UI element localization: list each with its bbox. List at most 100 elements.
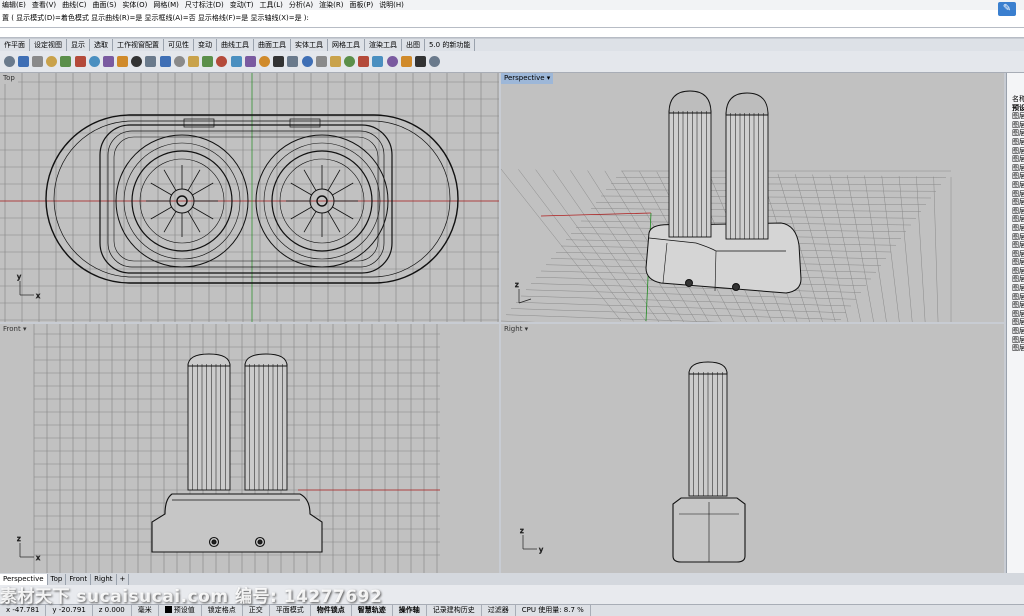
zoom-extents-icon[interactable] [173,56,185,67]
pan-icon[interactable] [117,56,129,67]
layer-row[interactable]: 图层 [1007,207,1024,216]
viewport-label-perspective[interactable]: Perspective ▾ [501,73,554,84]
layer-row[interactable]: 图层 [1007,275,1024,284]
toolbar-tab[interactable]: 网格工具 [328,39,365,51]
status-toggle[interactable]: 记录建构历史 [427,605,482,616]
lamp-icon[interactable] [301,56,313,67]
layer-row[interactable]: 图层 [1007,129,1024,138]
layer-row[interactable]: 图层 [1007,241,1024,250]
import-icon[interactable] [46,56,58,67]
status-toggle[interactable]: 操作轴 [393,605,427,616]
menu-item[interactable]: 实体(O) [120,0,151,10]
help-icon[interactable] [429,56,441,67]
viewport-front[interactable]: Front ▾ z x [0,324,499,573]
menu-item[interactable]: 查看(V) [30,0,60,10]
layer-row[interactable]: 图层 [1007,147,1024,156]
layer-row[interactable]: 图层 [1007,327,1024,336]
layer-row[interactable]: 图层 [1007,155,1024,164]
layer-row[interactable]: 图层 [1007,336,1024,345]
lock-icon[interactable] [315,56,327,67]
copy-icon[interactable] [74,56,86,67]
toolbar-tab[interactable]: 可见性 [164,39,194,51]
menu-item[interactable]: 说明(H) [377,0,408,10]
layer-row[interactable]: 图层 [1007,344,1024,353]
tools-icon[interactable] [415,56,427,67]
print-icon[interactable] [31,56,43,67]
menu-item[interactable]: 工具(L) [258,0,287,10]
layer-row[interactable]: 图层 [1007,224,1024,233]
layer-row[interactable]: 图层 [1007,138,1024,147]
layer-icon[interactable] [244,56,256,67]
layer-row[interactable]: 图层 [1007,181,1024,190]
menu-item[interactable]: 曲面(S) [91,0,121,10]
render-icon[interactable] [344,56,356,67]
toolbar-tab[interactable]: 设定视图 [30,39,67,51]
toolbar-tab[interactable]: 显示 [67,39,90,51]
layer-row[interactable]: 图层 [1007,164,1024,173]
paste-icon[interactable] [88,56,100,67]
layer-row[interactable]: 图层 [1007,301,1024,310]
viewport-top[interactable]: Top y x [0,73,499,322]
move-view-icon[interactable] [131,56,143,67]
menu-item[interactable]: 变动(T) [228,0,258,10]
open-icon[interactable] [3,56,15,67]
undo-icon[interactable] [102,56,114,67]
save-icon[interactable] [17,56,29,67]
rotate-icon[interactable] [202,56,214,67]
layer-row[interactable]: 图层 [1007,318,1024,327]
viewport-right[interactable]: Right ▾ z y [501,324,1004,573]
layer-row[interactable]: 图层 [1007,258,1024,267]
layer-row[interactable]: 图层 [1007,121,1024,130]
layer-default[interactable]: 预设 [1007,104,1024,113]
cut-icon[interactable] [60,56,72,67]
toolbar-tab[interactable]: 选取 [90,39,113,51]
menu-item[interactable]: 面板(P) [348,0,378,10]
toolbar-tab[interactable]: 出图 [402,39,425,51]
zoom-icon[interactable] [145,56,157,67]
properties-icon[interactable] [258,56,270,67]
layer-row[interactable]: 图层 [1007,233,1024,242]
toolbar-tab[interactable]: 5.0 的新功能 [425,39,476,51]
toolbar-tab[interactable]: 工作视窗配置 [113,39,164,51]
layer-row[interactable]: 图层 [1007,284,1024,293]
zoom-selected-icon[interactable] [188,56,200,67]
status-toggle[interactable]: 过滤器 [482,605,516,616]
toolbar-tab[interactable]: 渲染工具 [365,39,402,51]
command-prompt[interactable] [0,28,1024,38]
rhino-logo-icon[interactable]: ✎ [998,2,1016,16]
menu-item[interactable]: 渲染(R) [317,0,347,10]
layer-row[interactable]: 图层 [1007,293,1024,302]
toolbar-tab[interactable]: 实体工具 [291,39,328,51]
four-view-icon[interactable] [216,56,228,67]
layer-row[interactable]: 图层 [1007,215,1024,224]
menu-item[interactable]: 网格(M) [151,0,183,10]
layer-row[interactable]: 图层 [1007,267,1024,276]
layer-row[interactable]: 图层 [1007,250,1024,259]
viewport-perspective[interactable]: Perspective ▾ z [501,73,1004,322]
toolbar-tab[interactable]: 曲线工具 [217,39,254,51]
point-icon[interactable] [287,56,299,67]
menu-item[interactable]: 尺寸标注(D) [183,0,228,10]
layer-row[interactable]: 图层 [1007,172,1024,181]
sphere-icon[interactable] [372,56,384,67]
menu-item[interactable]: 曲线(C) [60,0,90,10]
grid-icon[interactable] [273,56,285,67]
toolbar-tab[interactable]: 曲面工具 [254,39,291,51]
toolbar-tab[interactable]: 变动 [194,39,217,51]
shaded-icon[interactable] [358,56,370,67]
toolbar-tab[interactable]: 作平面 [0,39,30,51]
layer-row[interactable]: 图层 [1007,190,1024,199]
viewport-label-right[interactable]: Right ▾ [501,324,532,335]
layer-row[interactable]: 图层 [1007,310,1024,319]
menu-item[interactable]: 分析(A) [287,0,317,10]
plane-icon[interactable] [230,56,242,67]
layer-row[interactable]: 图层 [1007,198,1024,207]
viewport-label-front[interactable]: Front ▾ [0,324,30,335]
zoom-window-icon[interactable] [159,56,171,67]
material-icon[interactable] [329,56,341,67]
layer-row[interactable]: 图层 [1007,112,1024,121]
viewport-label-top[interactable]: Top [0,73,18,84]
menu-item[interactable]: 编辑(E) [0,0,30,10]
globe-icon[interactable] [386,56,398,67]
gear-icon[interactable] [400,56,412,67]
